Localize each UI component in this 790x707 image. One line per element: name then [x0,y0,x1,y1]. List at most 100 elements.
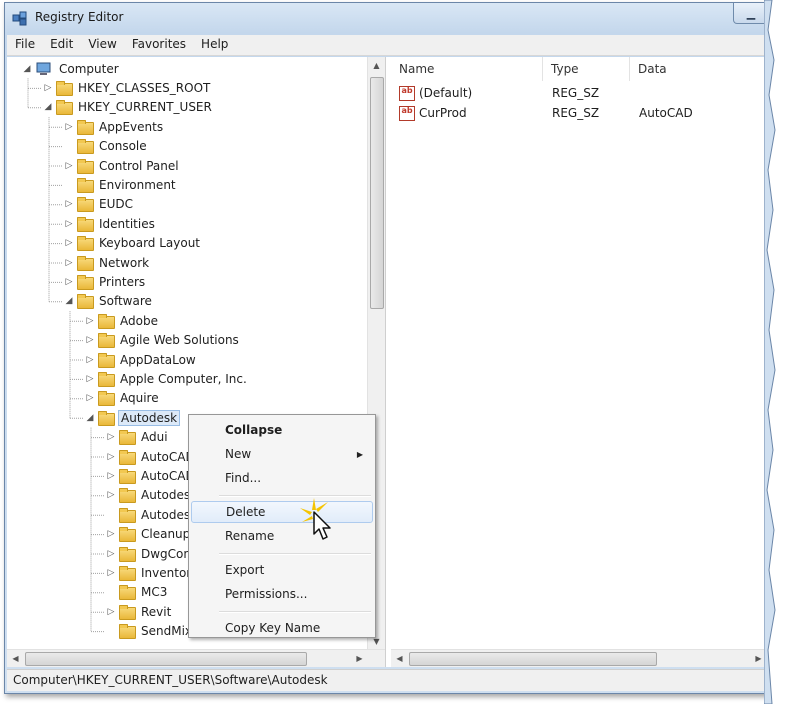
folder-icon [77,255,94,271]
column-header-type[interactable]: Type [543,57,630,81]
tree-item[interactable]: ▷ Identities [63,214,157,233]
context-menu-new[interactable]: New ▶ [191,443,373,465]
context-menu-rename[interactable]: Rename [191,525,373,547]
tree-item[interactable]: SendMix [105,622,194,641]
value-row[interactable]: ab CurProd REG_SZ AutoCAD [399,103,779,123]
values-horizontal-scrollbar[interactable]: ◀ ▶ [391,649,767,667]
expand-arrow-icon[interactable]: ▷ [105,489,117,501]
tree-item[interactable]: ▷ Inventor [105,563,193,582]
tree-item[interactable]: Environment [63,175,178,194]
tree-item-label: SendMix [141,624,193,639]
tree-item[interactable]: ▷ Autodesk [105,486,199,505]
context-menu-label: New [225,447,252,461]
expand-arrow-icon[interactable]: ▷ [105,606,117,618]
tree-item[interactable]: ▷ Printers [63,272,147,291]
expand-arrow-icon[interactable]: ▷ [63,218,75,230]
menu-help[interactable]: Help [193,35,235,55]
values-hscroll-thumb[interactable] [409,652,657,666]
tree-item[interactable]: ▷ Revit [105,602,173,621]
tree-item[interactable]: ▷ HKEY_CLASSES_ROOT [42,78,212,97]
values-list-pane[interactable]: Name Type Data ab (Default) REG_SZ ab CurPro… [391,57,770,667]
tree-item[interactable]: ▷ DwgCon [105,544,193,563]
context-menu: Collapse New ▶ Find... Delete Rename Export Per… [188,414,376,638]
status-bar: Computer\HKEY_CURRENT_USER\Software\Auto… [7,669,767,691]
tree-item[interactable]: ▷ Apple Computer, Inc. [84,369,249,388]
tree-item[interactable]: ◢ Software [63,292,154,311]
value-row[interactable]: ab (Default) REG_SZ [399,83,779,103]
expand-arrow-icon[interactable]: ▷ [63,276,75,288]
tree-item[interactable]: ▷ Adobe [84,311,160,330]
expand-arrow-icon[interactable]: ▷ [105,470,117,482]
collapse-arrow-icon[interactable]: ◢ [42,101,54,113]
tree-item[interactable]: ▷ Aquire [84,389,161,408]
collapse-arrow-icon[interactable]: ◢ [63,295,75,307]
tree-item[interactable]: Autodesk [105,505,199,524]
tree-item[interactable]: ▷ Adui [105,428,170,447]
context-menu-label: Delete [226,505,266,519]
collapse-arrow-icon[interactable]: ◢ [84,412,96,424]
expand-arrow-icon[interactable]: ▷ [63,237,75,249]
expand-arrow-icon[interactable]: ▷ [63,121,75,133]
expand-arrow-icon[interactable]: ▷ [42,82,54,94]
scroll-up-icon[interactable]: ▲ [368,57,385,74]
context-menu-collapse[interactable]: Collapse [191,419,373,441]
client-area: ◢ Computer ▷ HKEY_CLASSES_ROOT ◢ HKEY_CURRENT… [7,57,770,667]
expand-arrow-icon[interactable]: ▷ [84,334,96,346]
scroll-right-icon[interactable]: ▶ [351,650,368,667]
folder-icon [119,449,136,465]
expand-arrow-icon[interactable]: ▷ [105,567,117,579]
tree-item-label: HKEY_CURRENT_USER [78,100,212,115]
tree-item[interactable]: ▷ Keyboard Layout [63,234,202,253]
tree-item[interactable]: ◢ Computer [21,59,121,78]
menu-file[interactable]: File [7,35,42,55]
expand-arrow-icon[interactable]: ▷ [63,160,75,172]
tree-item[interactable]: Console [63,137,149,156]
tree-item[interactable]: MC3 [105,583,169,602]
tree-item[interactable]: ▷ AutoCAD [105,447,197,466]
expand-arrow-icon[interactable]: ▷ [105,528,117,540]
registry-editor-icon [12,11,27,26]
expand-arrow-icon[interactable]: ▷ [84,354,96,366]
tree-horizontal-scrollbar[interactable]: ◀ ▶ [7,649,385,667]
expand-arrow-icon[interactable]: ▷ [84,315,96,327]
tree-item[interactable]: ◢ Autodesk [84,408,181,427]
column-header-name[interactable]: Name [391,57,543,81]
torn-edge [763,0,790,705]
context-menu-label: Collapse [225,423,283,437]
scroll-left-icon[interactable]: ◀ [7,650,24,667]
tree-item[interactable]: ▷ AutoCAD [105,466,197,485]
context-menu-find[interactable]: Find... [191,467,373,489]
menu-favorites[interactable]: Favorites [124,35,193,55]
expand-arrow-icon[interactable]: ▷ [84,392,96,404]
expand-arrow-icon[interactable]: ▷ [105,431,117,443]
expand-arrow-icon[interactable]: ▷ [105,451,117,463]
tree-item[interactable]: ▷ AppDataLow [84,350,198,369]
scroll-left-icon[interactable]: ◀ [391,650,408,667]
tree-item[interactable]: ▷ Control Panel [63,156,181,175]
tree-item[interactable]: ▷ Agile Web Solutions [84,331,241,350]
tree-item[interactable]: ▷ EUDC [63,195,135,214]
expand-arrow-icon[interactable]: ▷ [105,548,117,560]
window-title: Registry Editor [35,10,124,24]
tree-item[interactable]: ▷ Network [63,253,151,272]
tree-hscroll-thumb[interactable] [25,652,307,666]
folder-icon [56,80,73,96]
title-bar[interactable]: Registry Editor ▁ [5,3,769,33]
tree-item[interactable]: ◢ HKEY_CURRENT_USER [42,98,214,117]
column-header-data[interactable]: Data [630,57,770,81]
menu-view[interactable]: View [80,35,123,55]
collapse-arrow-icon[interactable]: ◢ [21,63,33,75]
expand-arrow-icon[interactable]: ▷ [63,257,75,269]
context-menu-permissions[interactable]: Permissions... [191,583,373,605]
tree-item[interactable]: ▷ Cleanup [105,525,192,544]
menu-edit[interactable]: Edit [42,35,80,55]
context-menu-copy-key-name[interactable]: Copy Key Name [191,617,373,639]
folder-icon [56,100,73,116]
tree-item-label: Adobe [120,313,158,328]
expand-arrow-icon[interactable]: ▷ [84,373,96,385]
context-menu-export[interactable]: Export [191,559,373,581]
context-menu-delete[interactable]: Delete [191,501,373,523]
tree-item[interactable]: ▷ AppEvents [63,117,165,136]
tree-scroll-thumb[interactable] [370,77,384,309]
expand-arrow-icon[interactable]: ▷ [63,198,75,210]
